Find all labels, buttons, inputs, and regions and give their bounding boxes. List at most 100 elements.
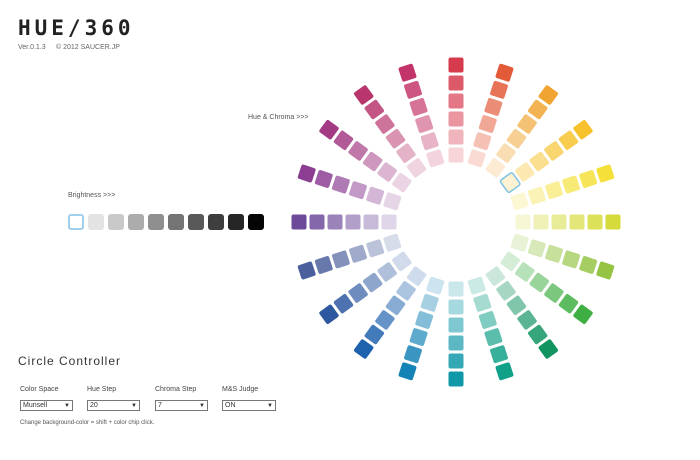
color-chip[interactable]	[297, 164, 316, 183]
color-chip[interactable]	[396, 280, 417, 301]
color-chip[interactable]	[448, 317, 464, 333]
color-chip[interactable]	[496, 280, 517, 301]
color-chip[interactable]	[506, 128, 527, 149]
hue-step-select[interactable]: 20 ▼	[87, 400, 140, 411]
color-chip[interactable]	[543, 283, 564, 304]
color-chip[interactable]	[448, 147, 464, 163]
color-chip[interactable]	[579, 170, 598, 189]
color-chip[interactable]	[448, 299, 464, 315]
color-chip[interactable]	[484, 97, 503, 116]
color-chip[interactable]	[499, 172, 521, 194]
color-chip[interactable]	[409, 97, 428, 116]
color-chip[interactable]	[291, 214, 307, 230]
color-chip[interactable]	[404, 80, 423, 99]
color-chip[interactable]	[415, 115, 434, 134]
color-chip[interactable]	[406, 157, 427, 178]
color-chip[interactable]	[562, 250, 581, 269]
color-chip[interactable]	[391, 251, 412, 272]
chroma-step-select[interactable]: 7 ▼	[155, 400, 208, 411]
color-chip[interactable]	[404, 345, 423, 364]
color-chip[interactable]	[383, 192, 402, 211]
color-chip[interactable]	[558, 130, 579, 151]
color-chip[interactable]	[506, 295, 527, 316]
color-chip[interactable]	[490, 345, 509, 364]
color-chip[interactable]	[517, 309, 538, 330]
color-chip[interactable]	[484, 328, 503, 347]
color-chip[interactable]	[333, 293, 354, 314]
color-chip[interactable]	[473, 293, 492, 312]
color-chip[interactable]	[353, 339, 374, 360]
color-chip[interactable]	[467, 276, 486, 295]
color-chip[interactable]	[420, 293, 439, 312]
color-chip[interactable]	[319, 304, 340, 325]
color-chip[interactable]	[533, 214, 549, 230]
color-chip[interactable]	[448, 281, 464, 297]
color-chip[interactable]	[448, 93, 464, 109]
color-chip[interactable]	[514, 262, 535, 283]
color-chip[interactable]	[362, 151, 383, 172]
color-chip[interactable]	[448, 57, 464, 73]
color-chip[interactable]	[448, 111, 464, 127]
color-chip[interactable]	[348, 140, 369, 161]
color-chip[interactable]	[569, 214, 585, 230]
color-chip[interactable]	[415, 311, 434, 330]
color-chip[interactable]	[362, 272, 383, 293]
color-chip[interactable]	[478, 115, 497, 134]
color-chip[interactable]	[385, 128, 406, 149]
color-chip[interactable]	[327, 214, 343, 230]
color-chip[interactable]	[448, 129, 464, 145]
color-chip[interactable]	[478, 311, 497, 330]
color-chip[interactable]	[309, 214, 325, 230]
color-chip[interactable]	[510, 233, 529, 252]
color-chip[interactable]	[517, 114, 538, 135]
color-chip[interactable]	[297, 261, 316, 280]
color-chip[interactable]	[551, 214, 567, 230]
color-chip[interactable]	[605, 214, 621, 230]
color-chip[interactable]	[331, 175, 350, 194]
color-chip[interactable]	[348, 283, 369, 304]
color-chip[interactable]	[543, 140, 564, 161]
color-chip[interactable]	[353, 85, 374, 106]
color-chip[interactable]	[573, 119, 594, 140]
color-chip[interactable]	[510, 192, 529, 211]
color-chip[interactable]	[377, 262, 398, 283]
color-chip[interactable]	[381, 214, 397, 230]
color-chip[interactable]	[527, 186, 546, 205]
color-chip[interactable]	[579, 256, 598, 275]
color-chip[interactable]	[448, 75, 464, 91]
color-chip[interactable]	[349, 244, 368, 263]
color-chip[interactable]	[538, 85, 559, 106]
color-chip[interactable]	[366, 239, 385, 258]
color-chip[interactable]	[345, 214, 361, 230]
color-chip[interactable]	[420, 132, 439, 151]
color-chip[interactable]	[374, 309, 395, 330]
color-chip[interactable]	[596, 261, 615, 280]
color-chip[interactable]	[366, 186, 385, 205]
color-chip[interactable]	[527, 99, 548, 120]
color-chip[interactable]	[500, 251, 521, 272]
color-chip[interactable]	[529, 151, 550, 172]
color-chip[interactable]	[364, 324, 385, 345]
color-chip[interactable]	[495, 362, 514, 381]
color-chip[interactable]	[377, 162, 398, 183]
color-chip[interactable]	[448, 335, 464, 351]
color-chip[interactable]	[383, 233, 402, 252]
color-chip[interactable]	[529, 272, 550, 293]
color-chip[interactable]	[485, 157, 506, 178]
color-chip[interactable]	[364, 99, 385, 120]
color-chip[interactable]	[391, 172, 412, 193]
color-chip[interactable]	[398, 63, 417, 82]
color-chip[interactable]	[331, 250, 350, 269]
color-chip[interactable]	[314, 170, 333, 189]
color-chip[interactable]	[319, 119, 340, 140]
color-chip[interactable]	[545, 244, 564, 263]
color-chip[interactable]	[426, 149, 445, 168]
color-chip[interactable]	[448, 353, 464, 369]
color-chip[interactable]	[562, 175, 581, 194]
color-chip[interactable]	[490, 80, 509, 99]
color-chip[interactable]	[398, 362, 417, 381]
color-chip[interactable]	[473, 132, 492, 151]
color-chip[interactable]	[349, 181, 368, 200]
color-chip[interactable]	[515, 214, 531, 230]
color-chip[interactable]	[448, 371, 464, 387]
